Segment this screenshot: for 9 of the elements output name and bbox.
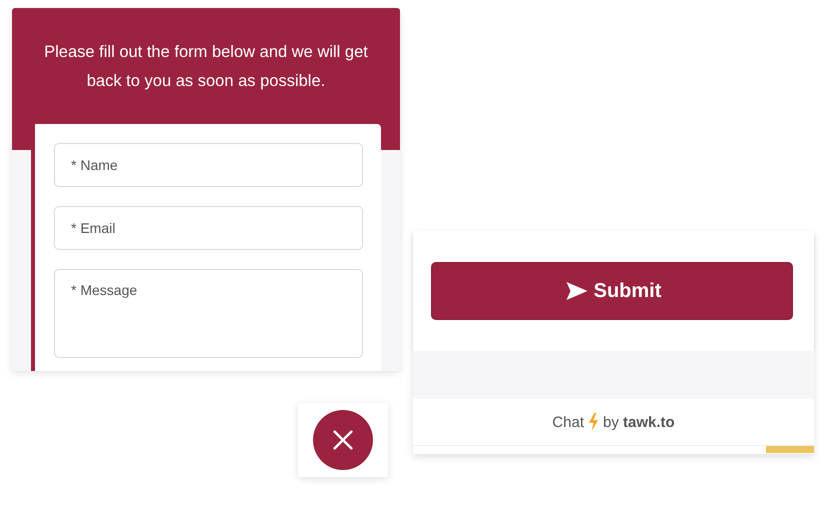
chat-label: Chat <box>552 414 584 431</box>
powered-by-text: by tawk.to <box>602 414 675 431</box>
submit-button[interactable]: Submit <box>431 262 793 320</box>
close-icon <box>331 428 355 452</box>
message-field[interactable]: * Message <box>54 269 363 358</box>
lightning-icon <box>588 412 599 432</box>
input-field[interactable]: * Name <box>54 143 363 187</box>
intro-text: Please fill out the form below and we will get back to you as soon as possible. <box>43 42 369 92</box>
input-field[interactable]: * Email <box>54 206 363 250</box>
